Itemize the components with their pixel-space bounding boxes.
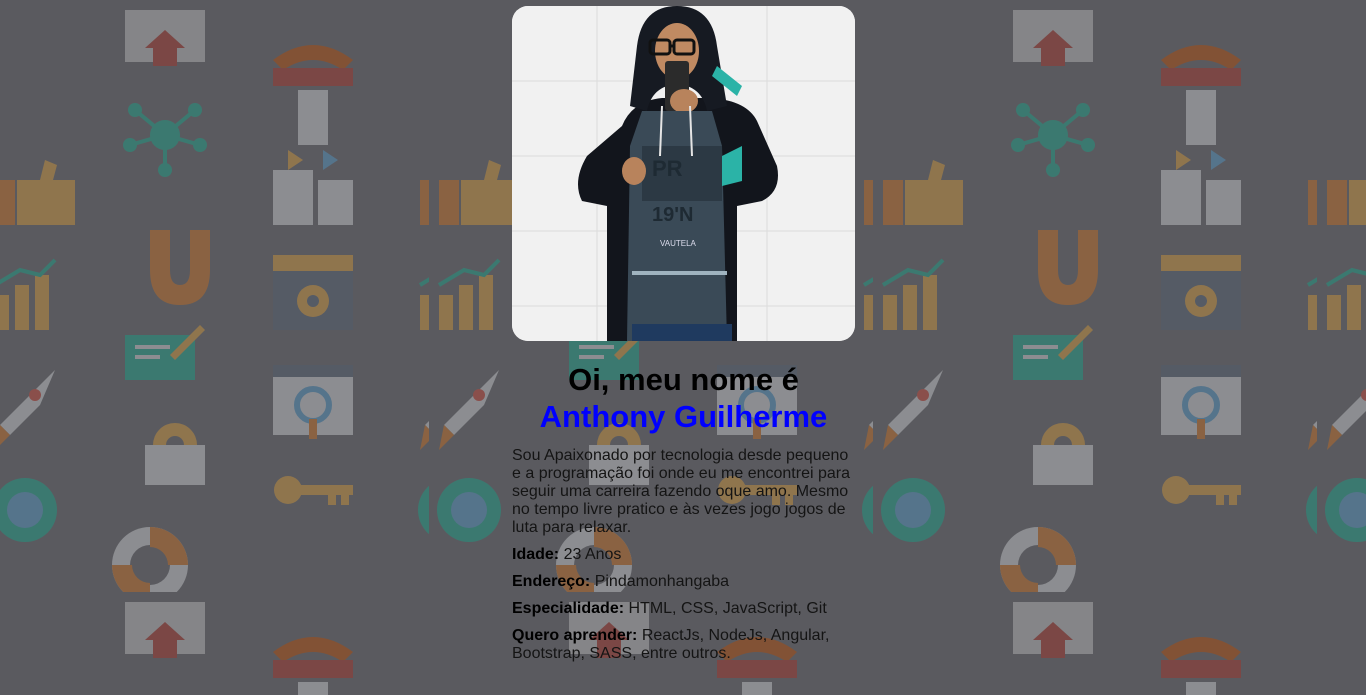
field-address: Endereço: Pindamonhangaba [512,573,855,591]
field-address-value: Pindamonhangaba [594,573,730,590]
field-age-label: Idade: [512,546,560,563]
field-want-to-learn-label: Quero aprender: [512,627,638,644]
person-name: Anthony Guilherme [539,399,828,434]
field-age-value: 23 Anos [563,546,622,563]
field-age: Idade: 23 Anos [512,546,855,564]
field-want-to-learn: Quero aprender: ReactJs, NodeJs, Angular… [512,627,855,663]
field-address-label: Endereço: [512,573,591,590]
profile-card: PR 19'N VAUTELA Oi, meu nome é Anthony G… [512,6,855,663]
field-specialty-value: HTML, CSS, JavaScript, Git [628,600,827,617]
field-specialty-label: Especialidade: [512,600,625,617]
profile-photo: PR 19'N VAUTELA [512,6,855,341]
bio-paragraph: Sou Apaixonado por tecnologia desde pequ… [512,447,850,536]
svg-text:PR: PR [652,156,683,181]
shirt-text-line1: 19'N [652,204,693,226]
field-specialty: Especialidade: HTML, CSS, JavaScript, Gi… [512,600,855,618]
shirt-text-line2: VAUTELA [660,239,697,248]
page-title: Oi, meu nome é Anthony Guilherme [512,361,855,435]
greeting-text: Oi, meu nome é [568,362,799,397]
